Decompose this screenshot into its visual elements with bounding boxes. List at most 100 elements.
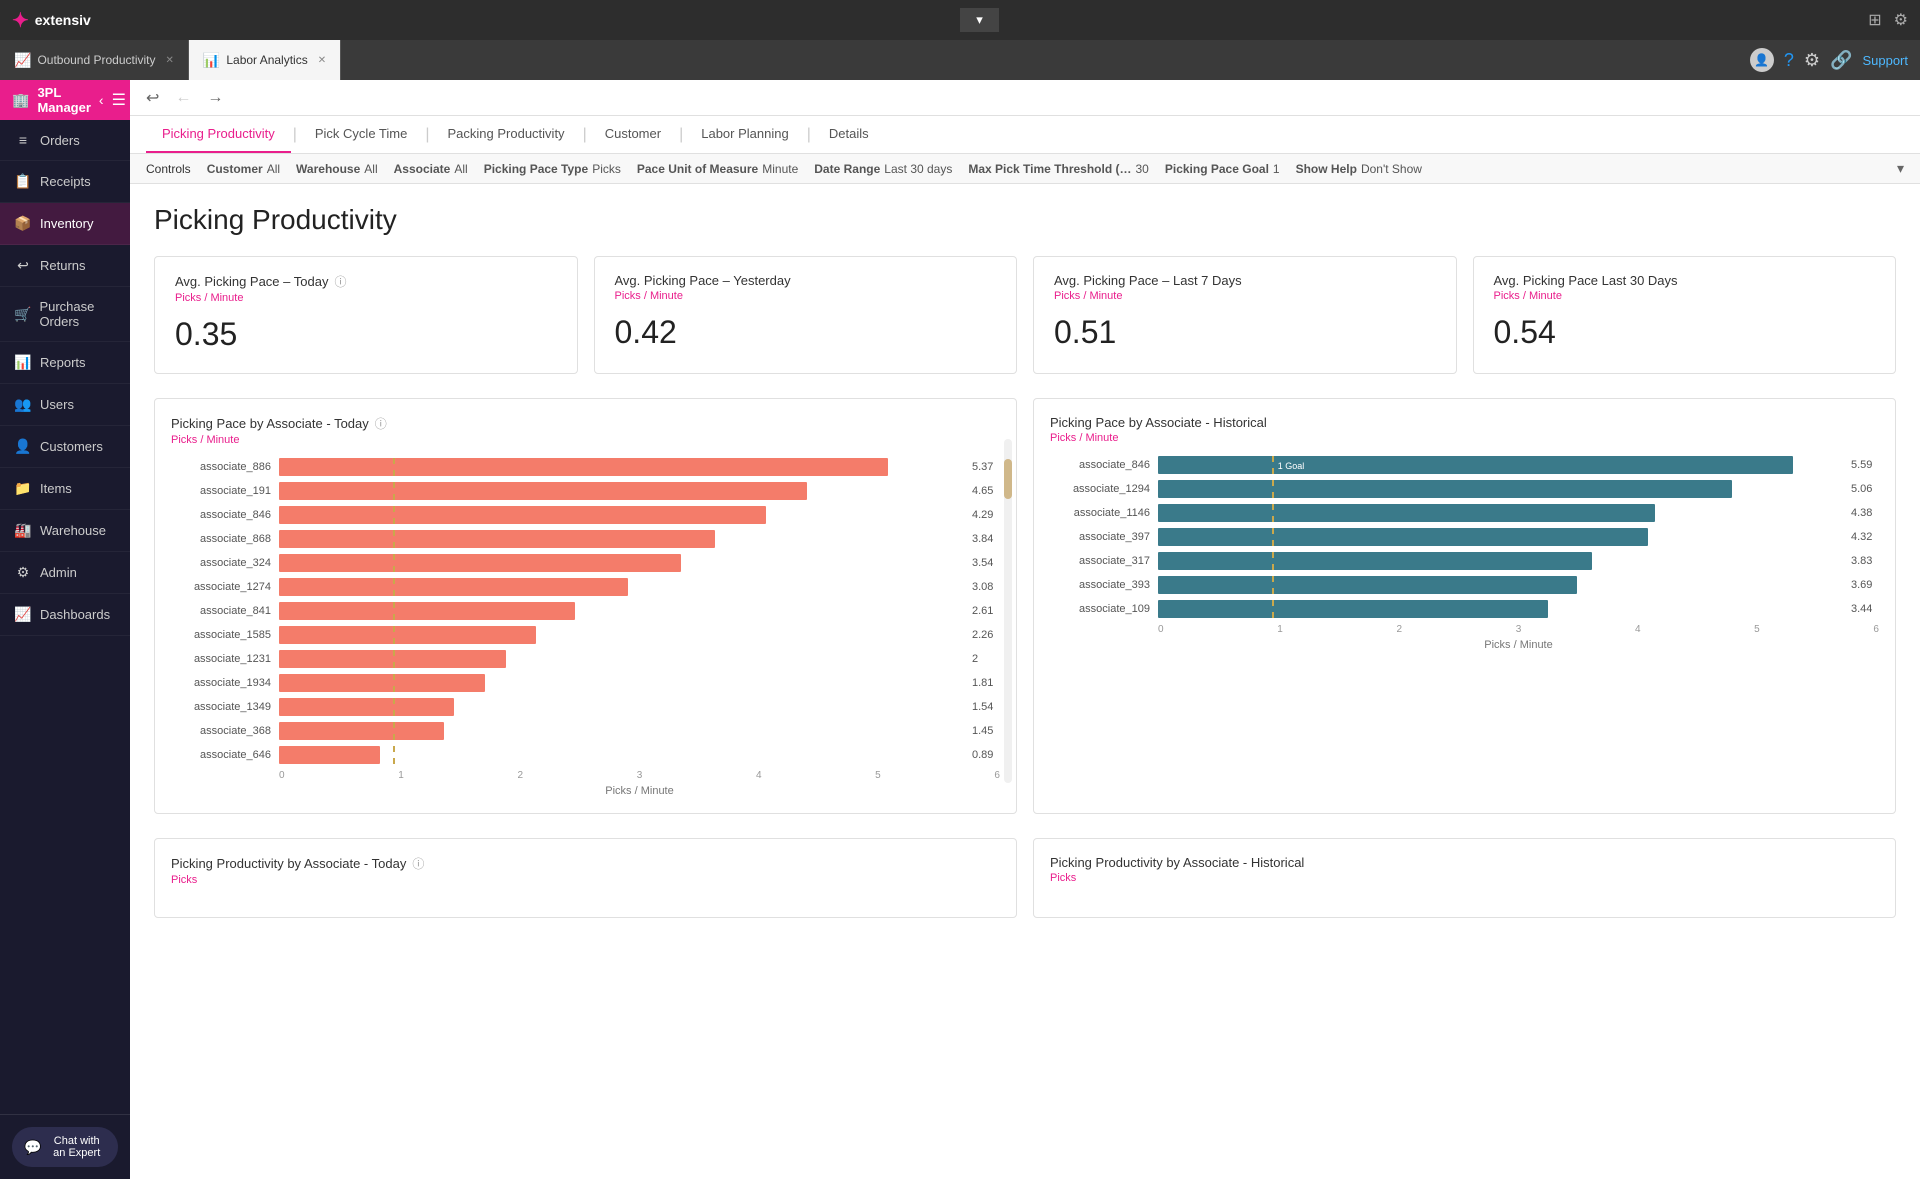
undo-button[interactable]: ↩ bbox=[142, 86, 163, 110]
bar-value: 4.29 bbox=[972, 509, 1000, 521]
sidebar-item-receipts[interactable]: 📋 Receipts bbox=[0, 161, 130, 203]
filter-date-range[interactable]: Date Range Last 30 days bbox=[814, 162, 952, 176]
receipts-icon: 📋 bbox=[14, 173, 32, 190]
outbound-tab-close[interactable]: ✕ bbox=[166, 55, 174, 66]
bottom-today-info-icon[interactable]: ⓘ bbox=[412, 855, 424, 872]
outbound-tab-icon: 📈 bbox=[14, 52, 31, 69]
sidebar-item-reports[interactable]: 📊 Reports bbox=[0, 342, 130, 384]
3pl-icon: 🏢 bbox=[12, 92, 29, 109]
bar-fill bbox=[1158, 480, 1732, 498]
tab-sep-3: | bbox=[581, 126, 589, 144]
sidebar-item-admin[interactable]: ⚙ Admin bbox=[0, 552, 130, 594]
filter-picking-pace-goal[interactable]: Picking Pace Goal 1 bbox=[1165, 162, 1280, 176]
today-chart-scrollbar[interactable] bbox=[1004, 439, 1012, 783]
tab-packing-productivity[interactable]: Packing Productivity bbox=[432, 116, 581, 153]
inventory-icon: 📦 bbox=[14, 215, 32, 232]
bar-container bbox=[279, 506, 960, 524]
filter-warehouse[interactable]: Warehouse All bbox=[296, 162, 378, 176]
sidebar-item-users[interactable]: 👥 Users bbox=[0, 384, 130, 426]
filter-pace-unit[interactable]: Pace Unit of Measure Minute bbox=[637, 162, 798, 176]
support-link[interactable]: Support bbox=[1862, 53, 1908, 68]
filter-show-help[interactable]: Show Help Don't Show bbox=[1296, 162, 1422, 176]
bar-label: associate_324 bbox=[171, 557, 271, 569]
bar-value: 5.37 bbox=[972, 461, 1000, 473]
bar-container bbox=[1158, 600, 1839, 618]
bar-row: associate_8461 Goal5.59 bbox=[1050, 456, 1879, 474]
help-icon[interactable]: ? bbox=[1784, 50, 1794, 71]
sidebar-collapse-button[interactable]: ‹ bbox=[99, 92, 104, 108]
tab-outbound[interactable]: 📈 Outbound Productivity ✕ bbox=[0, 40, 189, 80]
labor-tab-close[interactable]: ✕ bbox=[318, 55, 326, 66]
items-icon: 📁 bbox=[14, 480, 32, 497]
forward-button[interactable]: → bbox=[203, 87, 227, 109]
top-dropdown-button[interactable]: ▾ bbox=[960, 8, 999, 32]
bottom-today-title: Picking Productivity by Associate - Toda… bbox=[171, 855, 1000, 872]
back-button[interactable]: ← bbox=[171, 87, 195, 109]
users-icon: 👥 bbox=[14, 396, 32, 413]
sidebar-item-orders-label: Orders bbox=[40, 133, 80, 148]
sidebar-item-inventory[interactable]: 📦 Inventory bbox=[0, 203, 130, 245]
metric-today-info-icon[interactable]: ⓘ bbox=[334, 273, 346, 290]
bar-label: associate_397 bbox=[1050, 531, 1150, 543]
tab-customer-label: Customer bbox=[605, 126, 661, 141]
sidebar-item-purchase-orders[interactable]: 🛒 Purchase Orders bbox=[0, 287, 130, 342]
tab-customer[interactable]: Customer bbox=[589, 116, 677, 153]
sidebar-item-purchase-orders-label: Purchase Orders bbox=[39, 299, 116, 329]
chat-expert-button[interactable]: 💬 Chat with an Expert bbox=[12, 1127, 118, 1167]
tab-labor-analytics[interactable]: 📊 Labor Analytics ✕ bbox=[189, 40, 341, 80]
bar-value: 2 bbox=[972, 653, 1000, 665]
bar-fill bbox=[1158, 528, 1648, 546]
filter-controls[interactable]: Controls bbox=[146, 162, 191, 176]
bar-label: associate_317 bbox=[1050, 555, 1150, 567]
maxpick-filter-value: 30 bbox=[1136, 162, 1149, 176]
sidebar-menu-button[interactable]: ☰ bbox=[112, 90, 126, 110]
historical-bar-chart: associate_8461 Goal5.59associate_12945.0… bbox=[1050, 456, 1879, 618]
external-link-icon[interactable]: 🔗 bbox=[1830, 50, 1852, 71]
metric-card-today: Avg. Picking Pace – Today ⓘ Picks / Minu… bbox=[154, 256, 578, 374]
settings-icon[interactable]: ⚙ bbox=[1894, 10, 1908, 30]
daterange-filter-label: Date Range bbox=[814, 162, 880, 176]
today-chart-info-icon[interactable]: ⓘ bbox=[375, 415, 387, 432]
settings-cog-icon[interactable]: ⚙ bbox=[1804, 50, 1820, 71]
grid-icon[interactable]: ⊞ bbox=[1868, 10, 1881, 30]
metric-cards: Avg. Picking Pace – Today ⓘ Picks / Minu… bbox=[154, 256, 1896, 374]
bar-label: associate_1231 bbox=[171, 653, 271, 665]
metric-last7-value: 0.51 bbox=[1054, 314, 1436, 351]
bar-fill bbox=[279, 458, 888, 476]
bottom-historical-subtitle: Picks bbox=[1050, 872, 1879, 884]
bar-container bbox=[1158, 552, 1839, 570]
sidebar-item-admin-label: Admin bbox=[40, 565, 77, 580]
x-tick: 1 bbox=[1277, 624, 1283, 635]
bar-row: associate_11464.38 bbox=[1050, 504, 1879, 522]
today-chart-scrollbar-thumb[interactable] bbox=[1004, 459, 1012, 499]
customer-filter-value: All bbox=[267, 162, 280, 176]
sidebar-item-users-label: Users bbox=[40, 397, 74, 412]
tab-pick-cycle-time[interactable]: Pick Cycle Time bbox=[299, 116, 423, 153]
tab-picking-productivity[interactable]: Picking Productivity bbox=[146, 116, 291, 153]
filter-picking-pace-type[interactable]: Picking Pace Type Picks bbox=[484, 162, 621, 176]
filter-customer[interactable]: Customer All bbox=[207, 162, 280, 176]
bar-fill bbox=[279, 626, 536, 644]
sidebar-item-warehouse[interactable]: 🏭 Warehouse bbox=[0, 510, 130, 552]
dashboards-icon: 📈 bbox=[14, 606, 32, 623]
bar-container bbox=[279, 578, 960, 596]
page-tabs: Picking Productivity | Pick Cycle Time |… bbox=[130, 116, 1920, 154]
top-bar-left: ✦ extensiv bbox=[12, 8, 91, 33]
bar-label: associate_846 bbox=[1050, 459, 1150, 471]
sidebar-item-orders[interactable]: ≡ Orders bbox=[0, 120, 130, 161]
tab-details[interactable]: Details bbox=[813, 116, 885, 153]
bar-container bbox=[279, 482, 960, 500]
sidebar-item-customers[interactable]: 👤 Customers bbox=[0, 426, 130, 468]
filter-max-pick-time[interactable]: Max Pick Time Threshold (… 30 bbox=[968, 162, 1149, 176]
sidebar-item-items[interactable]: 📁 Items bbox=[0, 468, 130, 510]
pacetype-filter-value: Picks bbox=[592, 162, 621, 176]
bar-value: 2.26 bbox=[972, 629, 1000, 641]
filter-expand-button[interactable]: ▾ bbox=[1897, 160, 1904, 177]
sidebar-item-returns[interactable]: ↩ Returns bbox=[0, 245, 130, 287]
bar-value: 3.44 bbox=[1851, 603, 1879, 615]
sidebar-item-dashboards[interactable]: 📈 Dashboards bbox=[0, 594, 130, 636]
tab-labor-planning[interactable]: Labor Planning bbox=[685, 116, 804, 153]
x-tick: 0 bbox=[1158, 624, 1164, 635]
metric-card-yesterday: Avg. Picking Pace – Yesterday Picks / Mi… bbox=[594, 256, 1018, 374]
filter-associate[interactable]: Associate All bbox=[394, 162, 468, 176]
